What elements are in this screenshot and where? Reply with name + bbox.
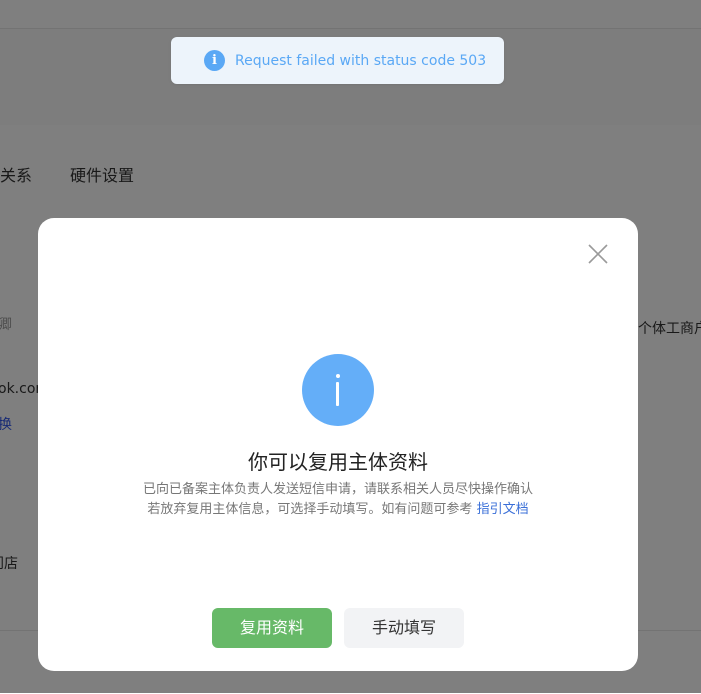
error-toast: i Request failed with status code 503 (171, 37, 504, 84)
reuse-data-button[interactable]: 复用资料 (212, 608, 332, 648)
dialog-title: 你可以复用主体资料 (248, 450, 428, 474)
close-icon[interactable] (588, 244, 608, 264)
info-icon: i (204, 50, 225, 71)
toast-message: Request failed with status code 503 (235, 52, 487, 69)
desc-line-2-text: 若放弃复用主体信息，可选择手动填写。如有问题可参考 (147, 502, 473, 517)
info-circle-icon (302, 354, 374, 426)
manual-fill-button[interactable]: 手动填写 (344, 608, 464, 648)
dialog-description: 已向已备案主体负责人发送短信申请，请联系相关人员尽快操作确认 若放弃复用主体信息… (38, 480, 638, 520)
guide-doc-link[interactable]: 指引文档 (477, 502, 529, 517)
reuse-dialog: 你可以复用主体资料 已向已备案主体负责人发送短信申请，请联系相关人员尽快操作确认… (38, 218, 638, 671)
desc-line-2: 若放弃复用主体信息，可选择手动填写。如有问题可参考 指引文档 (38, 500, 638, 520)
desc-line-1: 已向已备案主体负责人发送短信申请，请联系相关人员尽快操作确认 (142, 482, 533, 497)
